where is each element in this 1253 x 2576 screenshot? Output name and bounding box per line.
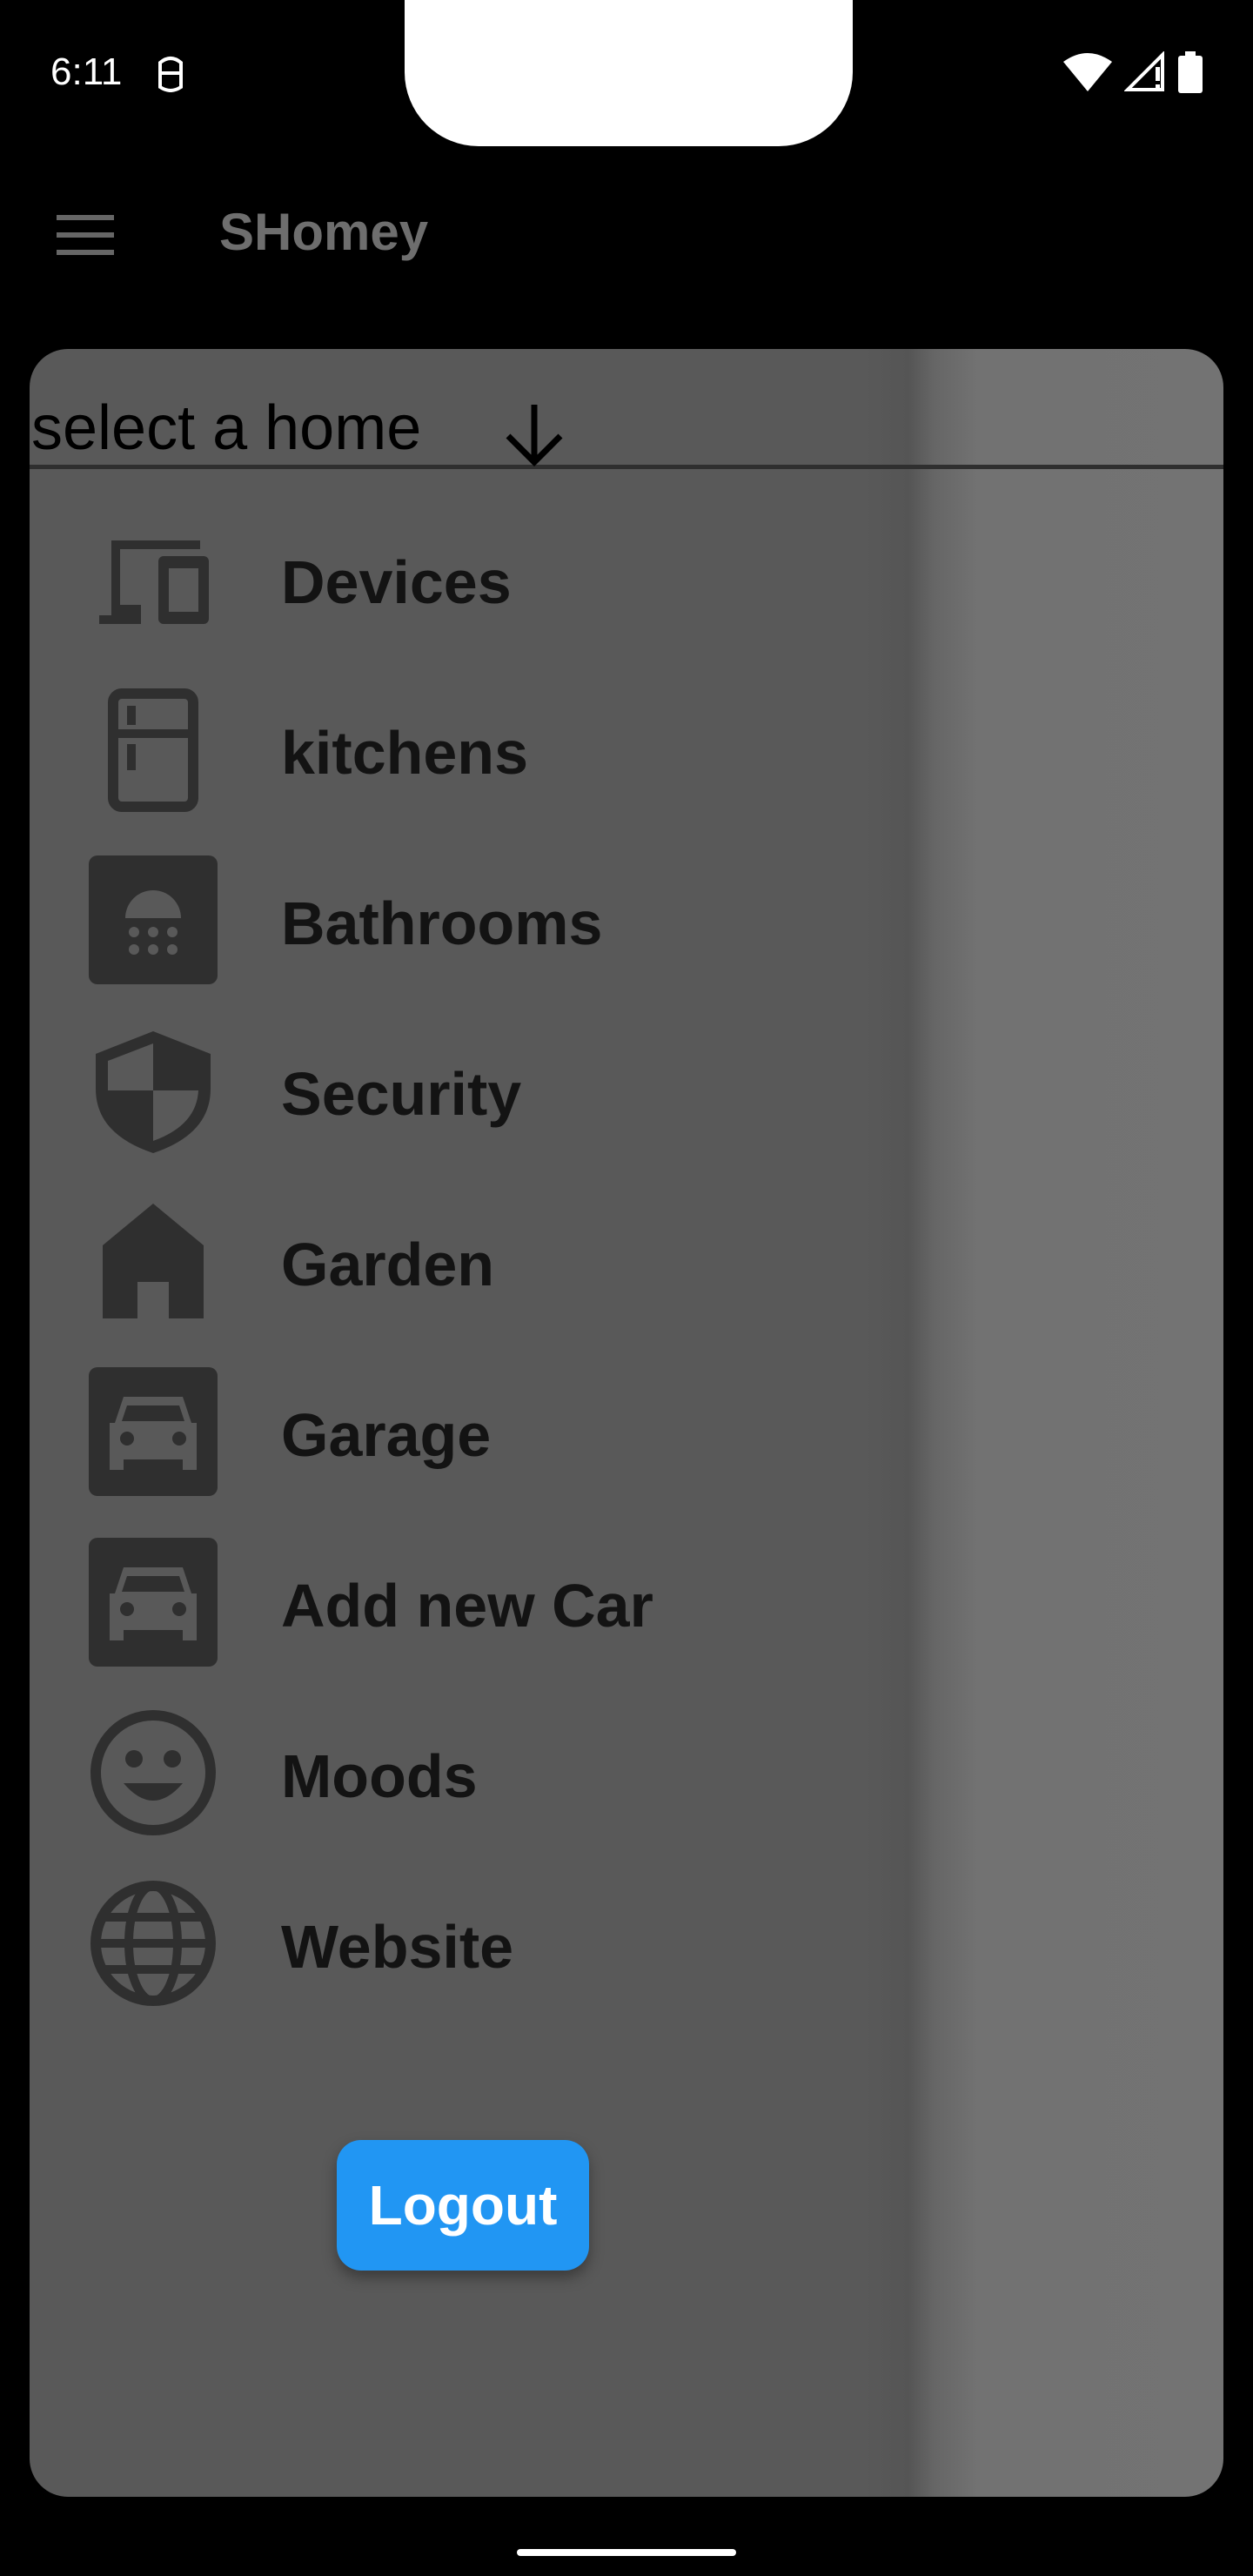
status-bar: 6:11 xyxy=(0,0,1253,148)
drawer-item-garage[interactable]: Garage xyxy=(30,1346,900,1517)
home-select-label: select a home xyxy=(31,393,422,463)
drawer-item-moods[interactable]: Moods xyxy=(30,1687,900,1858)
app-screen: 6:11 SHomey select a home Devices kitche… xyxy=(0,0,1253,2576)
drawer-item-garden[interactable]: Garden xyxy=(30,1176,900,1346)
drawer-item-label: Garage xyxy=(281,1401,492,1469)
security-shield-icon xyxy=(96,1031,211,1153)
camera-notch xyxy=(405,0,853,146)
arrow-down-icon xyxy=(506,405,563,466)
drawer-item-add-new-car[interactable]: Add new Car xyxy=(30,1517,900,1687)
navigation-drawer: select a home Devices kitchens Bathrooms… xyxy=(30,349,1223,2497)
shower-icon xyxy=(89,855,218,984)
car-icon xyxy=(89,1538,218,1667)
drawer-item-label: Security xyxy=(281,1060,522,1128)
drawer-item-label: Add new Car xyxy=(281,1572,653,1640)
app-title: SHomey xyxy=(219,203,429,261)
drawer-item-bathrooms[interactable]: Bathrooms xyxy=(30,835,900,1005)
drawer-menu-list: Devices kitchens Bathrooms Security Gard… xyxy=(30,493,900,2029)
drawer-item-label: Website xyxy=(281,1913,514,1981)
logout-button[interactable]: Logout xyxy=(337,2140,589,2271)
drawer-item-label: Garden xyxy=(281,1231,495,1298)
devices-icon xyxy=(99,540,209,624)
drawer-item-security[interactable]: Security xyxy=(30,1005,900,1176)
mood-icon xyxy=(90,1710,216,1835)
house-icon xyxy=(103,1204,204,1318)
status-time: 6:11 xyxy=(50,50,123,93)
drawer-item-website[interactable]: Website xyxy=(30,1858,900,2029)
status-icons xyxy=(1063,50,1203,94)
hamburger-menu-icon[interactable] xyxy=(49,205,122,265)
globe-icon xyxy=(90,1881,216,2006)
drawer-item-kitchens[interactable]: kitchens xyxy=(30,664,900,835)
drawer-item-label: Moods xyxy=(281,1742,478,1810)
kitchen-icon xyxy=(108,688,198,812)
drawer-item-label: kitchens xyxy=(281,719,528,787)
drawer-item-label: Bathrooms xyxy=(281,889,603,957)
battery-icon xyxy=(1178,51,1203,93)
app-bar: SHomey xyxy=(0,148,1253,322)
wifi-icon xyxy=(1063,53,1112,91)
home-select-dropdown[interactable]: select a home xyxy=(30,382,1223,469)
signal-icon xyxy=(1124,51,1164,91)
car-icon xyxy=(89,1367,218,1496)
notification-icon xyxy=(158,57,183,92)
home-indicator[interactable] xyxy=(517,2549,736,2556)
drawer-item-devices[interactable]: Devices xyxy=(30,493,900,664)
drawer-item-label: Devices xyxy=(281,548,512,616)
